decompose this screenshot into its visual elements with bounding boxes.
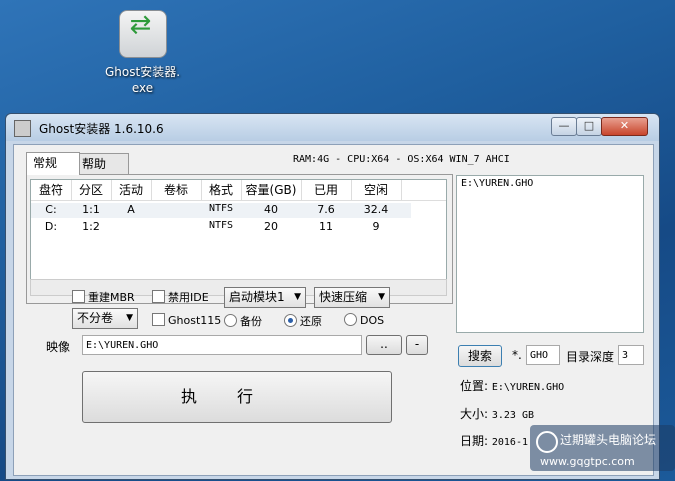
desktop-icon-ghost-installer[interactable]: Ghost安装器. exe <box>100 10 185 96</box>
depth-label: 目录深度 <box>566 350 615 364</box>
radio-dot-selected[interactable] <box>284 314 297 327</box>
compression-select[interactable]: 快速压缩 ▼ <box>314 287 390 308</box>
mode-dos-radio[interactable]: DOS <box>344 313 384 327</box>
disable-ide-checkbox[interactable]: 禁用IDE <box>152 289 209 305</box>
location-value: E:\YUREN.GHO <box>491 382 565 393</box>
tab-general[interactable]: 常规 <box>26 152 80 175</box>
image-label: 映像 <box>46 340 71 354</box>
ext-prefix: *. <box>512 348 522 362</box>
column-header[interactable]: 已用 <box>301 180 352 200</box>
cell-active: A <box>127 203 135 216</box>
browse-button[interactable]: .. <box>366 335 402 355</box>
size-value: 3.23 GB <box>491 410 535 421</box>
column-header[interactable]: 分区 <box>71 180 112 200</box>
table-row[interactable]: D: 1:2 NTFS 20 11 9 <box>31 220 411 235</box>
size-label: 大小: <box>460 407 489 421</box>
cell-drive: C: <box>45 203 57 216</box>
cell-capacity: 40 <box>264 203 278 216</box>
mode-backup-radio[interactable]: 备份 <box>224 313 262 329</box>
minimize-button[interactable]: — <box>551 117 577 136</box>
desktop-icon-label-ext: exe <box>131 81 154 95</box>
boot-module-value: 启动模块1 <box>229 290 285 304</box>
cell-drive: D: <box>44 220 58 233</box>
split-volume-value: 不分卷 <box>77 311 114 325</box>
mode-restore-label: 还原 <box>300 315 322 328</box>
date-value: 2016-1 <box>491 437 528 448</box>
watermark-url: www.gqgtpc.com <box>540 455 635 468</box>
cell-capacity: 20 <box>264 220 278 233</box>
date-info: 日期: 2016-1 <box>460 432 528 449</box>
system-info: RAM:4G - CPU:X64 - OS:X64 WIN_7 AHCI <box>293 154 510 165</box>
mode-dos-label: DOS <box>360 314 385 327</box>
column-header[interactable]: 卷标 <box>151 180 202 200</box>
split-volume-select[interactable]: 不分卷 ▼ <box>72 308 138 329</box>
mode-restore-radio[interactable]: 还原 <box>284 313 322 329</box>
watermark-logo-icon <box>536 431 558 453</box>
ghost115-checkbox[interactable]: Ghost115 <box>152 313 221 327</box>
execute-button[interactable]: 执行 <box>82 371 392 423</box>
search-button[interactable]: 搜索 <box>458 345 502 367</box>
boot-module-select[interactable]: 启动模块1 ▼ <box>224 287 306 308</box>
location-info: 位置: E:\YUREN.GHO <box>460 377 564 394</box>
title-bar[interactable]: Ghost安装器 1.6.10.6 — □ ✕ <box>6 114 659 141</box>
watermark-title: 过期罐头电脑论坛 <box>560 433 657 447</box>
maximize-button[interactable]: □ <box>576 117 602 136</box>
date-label: 日期: <box>460 434 489 448</box>
tab-help[interactable]: 帮助 <box>75 153 129 174</box>
column-header[interactable]: 盘符 <box>31 180 72 200</box>
image-path-input[interactable]: E:\YUREN.GHO <box>82 335 362 355</box>
partition-list-header: 盘符 分区 活动 卷标 格式 容量(GB) 已用 空闲 <box>31 180 446 201</box>
radio-dot[interactable] <box>224 314 237 327</box>
radio-dot[interactable] <box>344 313 357 326</box>
rebuild-mbr-label: 重建MBR <box>88 291 135 304</box>
cell-partition: 1:2 <box>82 220 100 233</box>
cell-partition: 1:1 <box>82 203 100 216</box>
ghost-installer-icon <box>118 10 167 58</box>
disable-ide-label: 禁用IDE <box>168 291 209 304</box>
close-button[interactable]: ✕ <box>601 117 648 136</box>
mode-backup-label: 备份 <box>240 315 262 328</box>
list-item[interactable]: E:\YUREN.GHO <box>461 178 639 189</box>
cell-format: NTFS <box>208 203 234 214</box>
compression-value: 快速压缩 <box>319 290 368 304</box>
ghost115-label: Ghost115 <box>168 314 222 327</box>
chevron-down-icon: ▼ <box>294 292 301 302</box>
checkbox-box[interactable] <box>72 290 85 303</box>
cell-used: 11 <box>319 220 333 233</box>
general-tab-panel: 盘符 分区 活动 卷标 格式 容量(GB) 已用 空闲 C: 1:1 A NTF… <box>26 174 453 304</box>
checkbox-box[interactable] <box>152 313 165 326</box>
checkbox-box[interactable] <box>152 290 165 303</box>
cell-used: 7.6 <box>317 203 335 216</box>
column-header[interactable]: 空闲 <box>351 180 402 200</box>
chevron-down-icon: ▼ <box>126 313 133 323</box>
column-header[interactable]: 格式 <box>201 180 242 200</box>
table-row[interactable]: C: 1:1 A NTFS 40 7.6 32.4 <box>31 203 411 218</box>
desktop-icon-label: Ghost安装器. <box>104 65 181 79</box>
column-header[interactable]: 活动 <box>111 180 152 200</box>
column-header[interactable]: 容量(GB) <box>241 180 302 200</box>
app-icon <box>14 120 31 137</box>
depth-input[interactable]: 3 <box>618 345 644 365</box>
window-title: Ghost安装器 1.6.10.6 <box>39 122 164 136</box>
extension-input[interactable]: GHO <box>526 345 560 365</box>
cell-free: 9 <box>372 220 380 233</box>
partition-list[interactable]: 盘符 分区 活动 卷标 格式 容量(GB) 已用 空闲 C: 1:1 A NTF… <box>30 179 447 280</box>
watermark: 过期罐头电脑论坛 www.gqgtpc.com <box>530 425 675 471</box>
size-info: 大小: 3.23 GB <box>460 405 534 422</box>
rebuild-mbr-checkbox[interactable]: 重建MBR <box>72 289 135 305</box>
remove-button[interactable]: - <box>406 335 428 355</box>
location-label: 位置: <box>460 379 489 393</box>
chevron-down-icon: ▼ <box>378 292 385 302</box>
cell-free: 32.4 <box>363 203 389 216</box>
cell-format: NTFS <box>208 220 234 231</box>
image-file-list[interactable]: E:\YUREN.GHO <box>456 175 644 333</box>
